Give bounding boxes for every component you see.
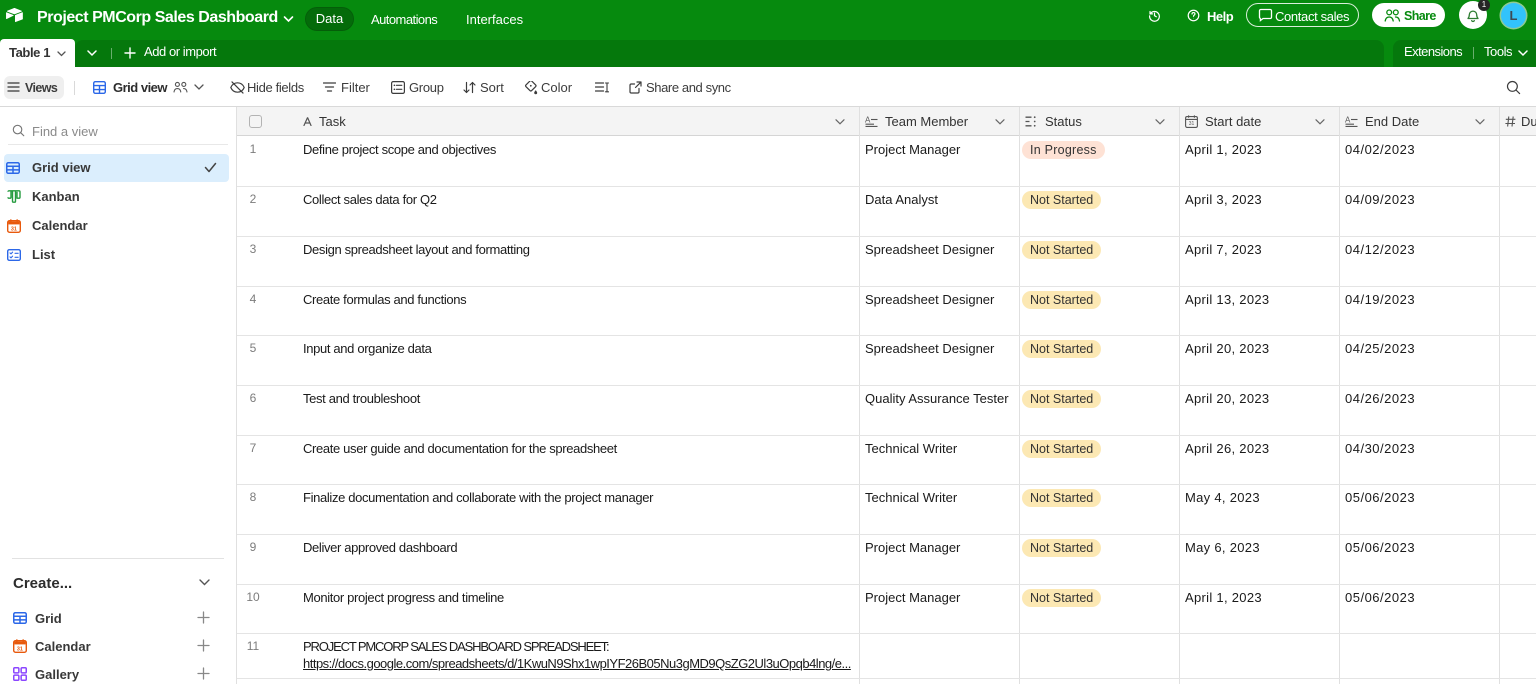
svg-text:A: A	[865, 116, 871, 125]
svg-text:A: A	[1345, 116, 1351, 125]
svg-text:31: 31	[11, 226, 17, 232]
svg-text:31: 31	[1189, 121, 1195, 127]
svg-text:31: 31	[17, 646, 23, 652]
